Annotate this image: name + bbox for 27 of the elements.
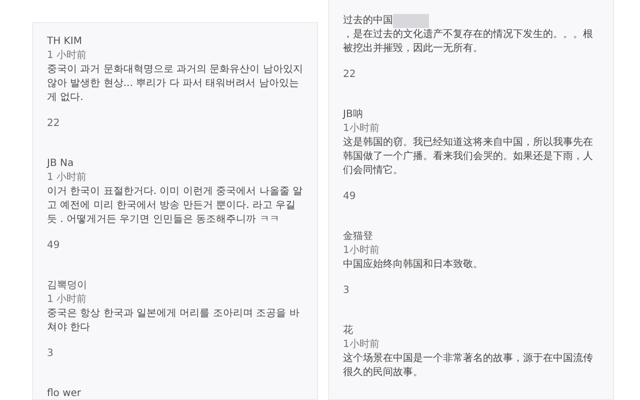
comment-time: 1 小时前 (47, 49, 88, 63)
comment-time: 1小时前 (343, 338, 380, 352)
comment-text: ，是在过去的文化遗产不复存在的情况下发生的。。。根被挖出并摧毁，因此一无所有。 (343, 28, 594, 56)
like-count: 3 (343, 284, 350, 298)
comment-author[interactable]: 김뽁덩이 (47, 279, 303, 293)
comment-author[interactable]: JB Na (47, 157, 303, 171)
comment-text: 过去的中国 (343, 14, 393, 28)
comment-time: 1小时前 (343, 122, 380, 136)
like-count: 22 (47, 117, 61, 131)
comment-text: 중국이 과거 문화대혁명으로 과거의 문화유산이 남아있지 않아 발생한 현상... 뿌리가 다 파서 태워버려서 남아있는게 없다. (47, 63, 303, 105)
comment-author[interactable]: 金猫登 (343, 230, 599, 244)
comment-text: 中国应始终向韩国和日本致敬。 (343, 258, 484, 272)
comment-author[interactable]: flo wer (47, 387, 303, 400)
comment-author[interactable]: TH KIM (47, 35, 303, 49)
like-count: 49 (47, 239, 61, 253)
comment-time: 1小时前 (343, 244, 380, 258)
comment-text: 这个场景在中国是一个非常著名的故事，源于在中国流传很久的民间故事。 (343, 352, 594, 380)
like-count: 3 (47, 347, 54, 361)
comment-time: 1 小时前 (47, 171, 88, 185)
like-count: 49 (343, 190, 357, 204)
comment-author[interactable]: 花 (343, 324, 599, 338)
comment-author[interactable]: JB呐 (343, 108, 599, 122)
comment-text: 중국은 항상 한국과 일본에게 머리를 조아리며 조공을 바쳐야 한다 (47, 307, 300, 335)
comment-text: 이거 한국이 표절한거다. 이미 이런게 중국에서 나올줄 알고 예전에 미리 한국에서 방송 만든거 뿐이다. 라고 우길듯 . 어떻게거든 우기면 인민들은 동조해주니까 ㅋㅋ (47, 185, 303, 227)
like-count: 22 (343, 68, 357, 82)
comment-text: 这是韩国的窃。我已经知道这将来自中国，所以我事先在韩国做了一个广播。看来我们会哭的。如果还是下雨，人们会同情它。 (343, 136, 594, 178)
comment-time: 1 小时前 (47, 293, 88, 307)
